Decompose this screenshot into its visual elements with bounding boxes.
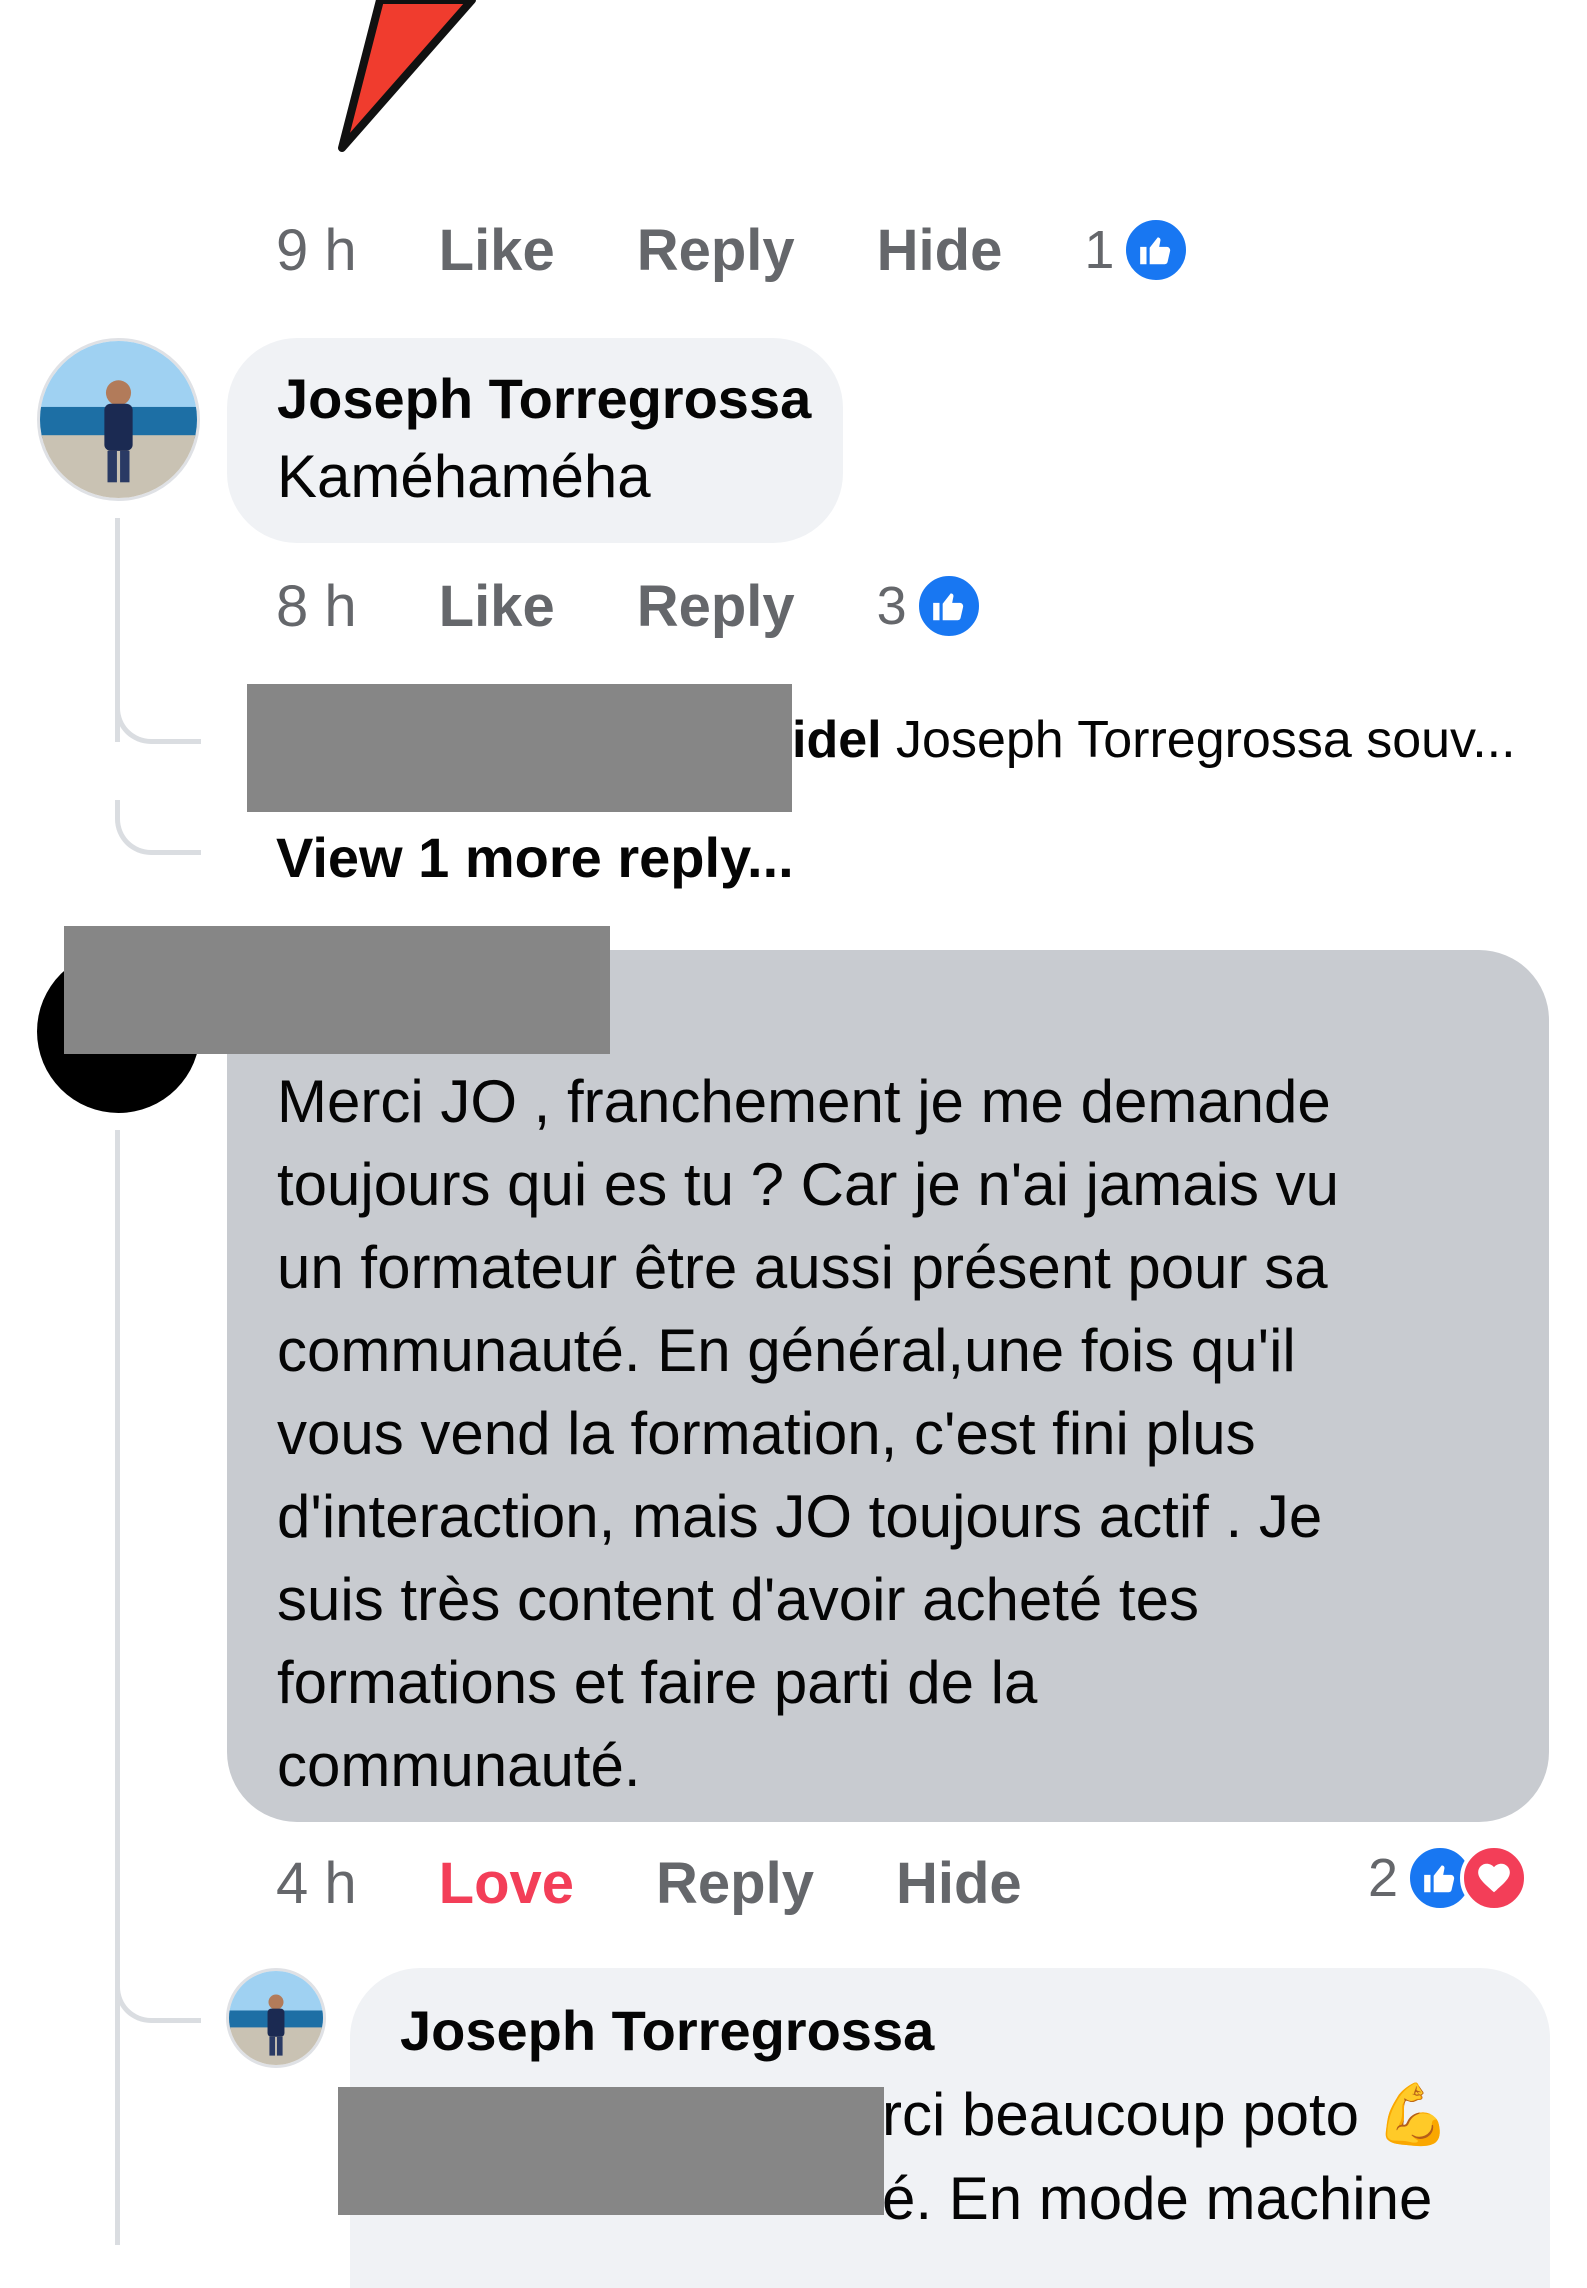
comment-actions: 9 h Like Reply Hide 1 (276, 210, 1191, 290)
comment-text: Kaméhaméha (277, 443, 651, 510)
comment-bubble: Joseph Torregrossa Kaméhaméha (227, 338, 843, 543)
avatar[interactable] (37, 338, 200, 501)
reaction-summary[interactable]: 2 (1368, 1838, 1529, 1918)
reply-text-line: é. En mode machine (882, 2165, 1433, 2232)
flexed-biceps-icon: 💪 (1375, 2081, 1451, 2148)
red-arrow-icon (338, 0, 476, 152)
hide-button[interactable]: Hide (877, 217, 1003, 284)
thread-line (115, 1130, 120, 2245)
reply-author: idel (792, 711, 882, 769)
hide-button[interactable]: Hide (896, 1850, 1022, 1917)
reactions[interactable] (1122, 216, 1191, 284)
redacted-block (338, 2087, 884, 2215)
love-button[interactable]: Love (439, 1850, 574, 1917)
comment-time: 4 h (276, 1850, 357, 1916)
reaction-count[interactable]: 3 (877, 575, 907, 637)
reaction-count: 2 (1368, 1848, 1399, 1908)
thread-branch (115, 700, 201, 744)
comment-time: 9 h (276, 217, 357, 283)
reactions (1406, 1844, 1529, 1912)
thread-branch (115, 1960, 201, 2023)
redacted-block (247, 684, 792, 812)
reply-button[interactable]: Reply (637, 573, 795, 640)
reaction-count[interactable]: 1 (1084, 219, 1114, 281)
like-reaction-icon (1122, 216, 1191, 284)
comment-bubble: Merci JO , franchement je me demande tou… (227, 950, 1549, 1822)
reactions[interactable] (914, 572, 983, 640)
love-reaction-icon (1460, 1844, 1529, 1912)
redacted-block (64, 926, 610, 1054)
like-button[interactable]: Like (439, 573, 555, 640)
comment-actions: 4 h Love Reply Hide (276, 1843, 1022, 1923)
thread-branch (115, 800, 201, 855)
view-more-replies-link[interactable]: View 1 more reply... (276, 825, 794, 890)
reply-snippet: Joseph Torregrossa souv... (896, 711, 1516, 769)
comment-author[interactable]: Joseph Torregrossa (277, 366, 843, 431)
like-button[interactable]: Like (439, 217, 555, 284)
reply-button[interactable]: Reply (656, 1850, 814, 1917)
reply-text-line: rci beaucoup poto 💪 (882, 2081, 1451, 2148)
reply-preview[interactable]: idel Joseph Torregrossa souv... (792, 710, 1516, 770)
like-reaction-icon (914, 572, 983, 640)
reply-author[interactable]: Joseph Torregrossa (400, 1998, 1550, 2063)
reply-button[interactable]: Reply (637, 217, 795, 284)
comment-time: 8 h (276, 573, 357, 639)
avatar[interactable] (226, 1968, 326, 2068)
comment-text: Merci JO , franchement je me demande tou… (277, 1068, 1339, 1799)
comment-actions: 8 h Like Reply 3 (276, 566, 983, 646)
